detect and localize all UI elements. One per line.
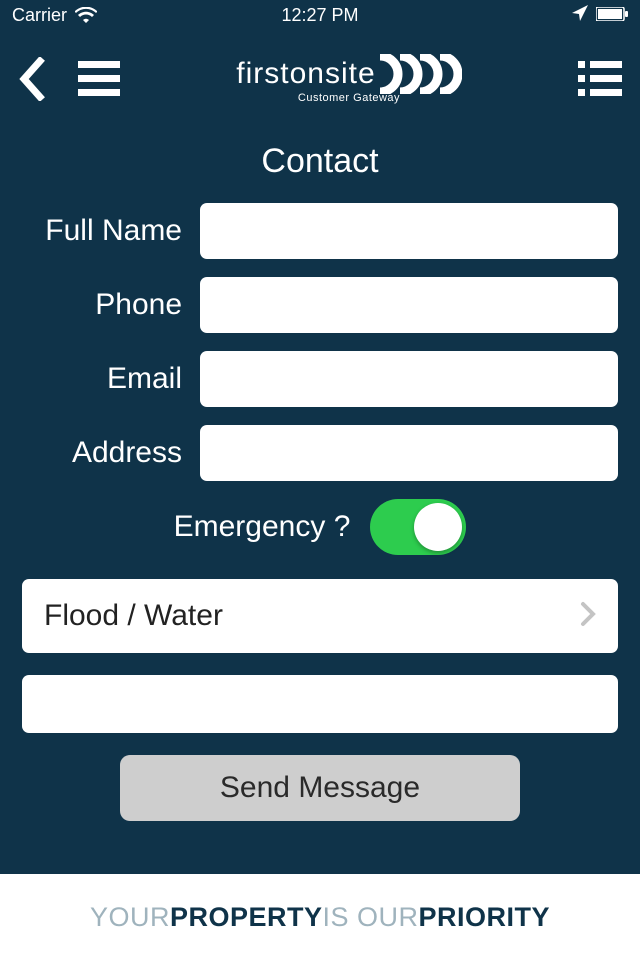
- emergency-toggle[interactable]: [370, 499, 466, 555]
- slogan-part4: PRIORITY: [419, 902, 551, 933]
- category-select[interactable]: Flood / Water: [22, 579, 618, 653]
- battery-icon: [596, 5, 628, 26]
- category-selected-label: Flood / Water: [44, 599, 223, 633]
- list-view-button[interactable]: [578, 61, 622, 97]
- slogan-part2: PROPERTY: [170, 902, 323, 933]
- send-message-button[interactable]: Send Message: [120, 755, 520, 821]
- email-label: Email: [22, 362, 200, 396]
- status-bar: Carrier 12:27 PM: [0, 0, 640, 30]
- toggle-knob: [414, 503, 462, 551]
- footer-slogan: YOUR PROPERTY IS OUR PRIORITY: [0, 874, 640, 960]
- phone-label: Phone: [22, 288, 200, 322]
- contact-form: Full Name Phone Email Address Emergency …: [0, 203, 640, 821]
- full-name-input[interactable]: [200, 203, 618, 259]
- message-input[interactable]: [22, 675, 618, 733]
- nav-bar: firstonsite Customer Gateway: [0, 30, 640, 128]
- chevron-right-icon: [580, 601, 596, 632]
- hamburger-menu-button[interactable]: [78, 61, 120, 97]
- brand-tagline: Customer Gateway: [298, 92, 400, 104]
- back-button[interactable]: [18, 57, 46, 101]
- brand-name: firstonsite: [236, 57, 375, 91]
- slogan-part1: YOUR: [90, 902, 170, 933]
- emergency-label: Emergency ?: [174, 510, 351, 544]
- location-icon: [572, 5, 588, 26]
- slogan-part3: IS OUR: [323, 902, 419, 933]
- carrier-label: Carrier: [12, 5, 67, 26]
- phone-input[interactable]: [200, 277, 618, 333]
- wifi-icon: [75, 7, 97, 23]
- arcs-icon: [376, 54, 462, 94]
- address-label: Address: [22, 436, 200, 470]
- full-name-label: Full Name: [22, 214, 200, 248]
- brand-logo: firstonsite Customer Gateway: [236, 54, 461, 104]
- email-input[interactable]: [200, 351, 618, 407]
- address-input[interactable]: [200, 425, 618, 481]
- page-title: Contact: [0, 142, 640, 181]
